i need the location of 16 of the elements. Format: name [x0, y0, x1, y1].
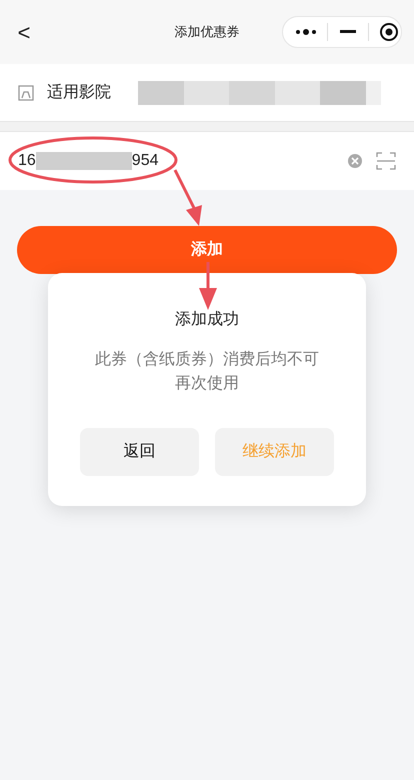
cinema-label: 适用影院	[47, 82, 111, 102]
annotation-arrow	[199, 262, 217, 310]
back-button[interactable]: <	[12, 16, 36, 48]
dialog-message: 此券（含纸质券）消费后均不可再次使用	[94, 350, 320, 394]
code-field[interactable]: 16 954	[0, 132, 414, 190]
page-title: 添加优惠券	[174, 23, 240, 42]
minimize-icon[interactable]	[340, 30, 356, 34]
close-icon[interactable]	[379, 22, 399, 42]
code-prefix: 16	[18, 151, 36, 171]
more-icon[interactable]	[295, 28, 317, 36]
scan-icon[interactable]	[376, 152, 396, 170]
screen-icon	[17, 84, 35, 102]
dialog-title: 添加成功	[175, 310, 239, 330]
annotation-arrow	[174, 169, 202, 226]
return-button[interactable]: 返回	[80, 428, 199, 476]
code-suffix: 954	[132, 151, 158, 171]
